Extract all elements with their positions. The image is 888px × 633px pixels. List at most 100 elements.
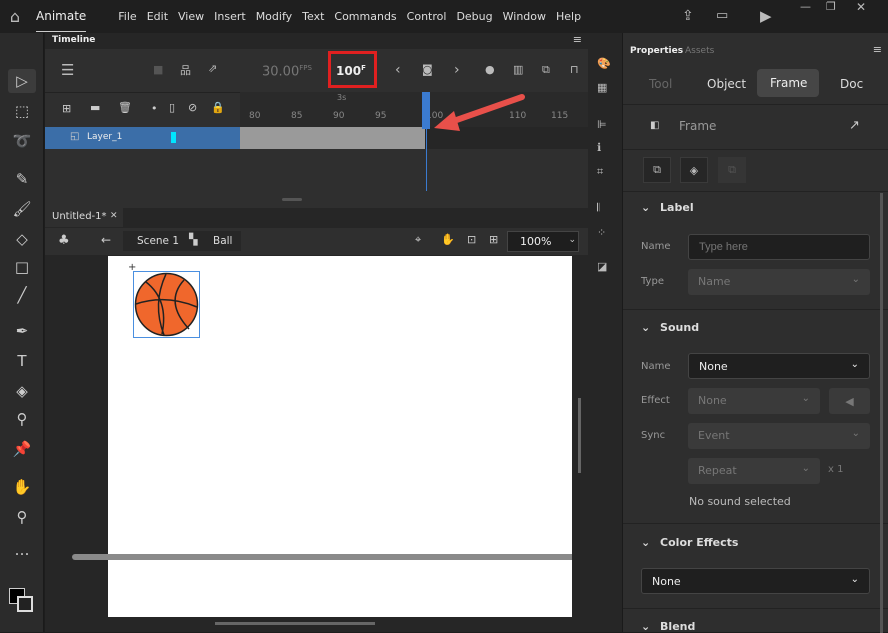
subtab-object[interactable]: Object bbox=[707, 77, 746, 91]
label-type-select[interactable]: Name ⌄ bbox=[688, 269, 870, 295]
eyedropper-tool-icon[interactable]: ⚲ bbox=[8, 407, 36, 431]
frame-span[interactable] bbox=[240, 127, 425, 149]
new-folder-icon[interactable]: ▬ bbox=[90, 101, 100, 114]
minimize-icon[interactable]: — bbox=[800, 0, 811, 13]
stage-canvas[interactable]: + bbox=[108, 256, 572, 617]
menu-help[interactable]: Help bbox=[556, 10, 581, 23]
zoom-select[interactable]: 100% ⌄ bbox=[507, 231, 579, 252]
swatches-icon[interactable]: ▦ bbox=[597, 81, 607, 94]
lasso-tool-icon[interactable]: ➰ bbox=[8, 129, 36, 153]
line-tool-icon[interactable]: ╱ bbox=[8, 283, 36, 307]
menu-text[interactable]: Text bbox=[302, 10, 324, 23]
breadcrumb-symbol[interactable]: Ball bbox=[213, 235, 232, 247]
document-tab[interactable]: Untitled-1* ✕ bbox=[45, 208, 123, 227]
test-movie-icon[interactable]: ▶ bbox=[760, 7, 772, 25]
eraser-tool-icon[interactable]: ◇ bbox=[8, 227, 36, 251]
close-window-icon[interactable]: ✕ bbox=[856, 0, 866, 14]
sound-sync-select[interactable]: Event ⌄ bbox=[688, 423, 870, 449]
frame-number-highlight[interactable]: 100F bbox=[328, 51, 377, 88]
fill-color-swatch[interactable] bbox=[17, 596, 33, 612]
text-tool-icon[interactable]: T bbox=[8, 349, 36, 373]
vertical-scrollbar[interactable] bbox=[578, 398, 581, 473]
back-arrow-icon[interactable]: ← bbox=[101, 233, 111, 247]
breadcrumb-scene[interactable]: Scene 1 bbox=[137, 235, 179, 247]
menu-control[interactable]: Control bbox=[407, 10, 447, 23]
edit-sound-button[interactable]: ◀ bbox=[829, 388, 870, 414]
transform-icon[interactable]: ⌗ bbox=[597, 165, 603, 179]
menu-debug[interactable]: Debug bbox=[456, 10, 492, 23]
workspace-icon[interactable]: ▭ bbox=[716, 8, 728, 23]
menu-insert[interactable]: Insert bbox=[214, 10, 246, 23]
symbol-icon[interactable]: ♣ bbox=[58, 233, 70, 248]
timeline-resize-handle[interactable] bbox=[282, 198, 302, 201]
free-transform-tool-icon[interactable]: ⬚ bbox=[8, 99, 36, 123]
insert-frame-icon[interactable]: ⧉ bbox=[542, 63, 550, 77]
next-keyframe-icon[interactable]: › bbox=[454, 62, 460, 78]
lock-icon[interactable]: 🔒 bbox=[211, 101, 225, 114]
paint-bucket-tool-icon[interactable]: ◈ bbox=[8, 379, 36, 403]
onion-skin-icon[interactable]: ● bbox=[485, 63, 495, 76]
clip-icon[interactable]: ⊡ bbox=[467, 233, 476, 246]
disabled-button[interactable]: ⧉ bbox=[718, 157, 746, 183]
horizontal-scrollbar[interactable] bbox=[215, 622, 375, 625]
brush-tool-icon[interactable]: ✎ bbox=[8, 167, 36, 191]
menu-modify[interactable]: Modify bbox=[256, 10, 292, 23]
panel-menu-icon[interactable]: ≡ bbox=[873, 43, 882, 56]
fit-icon[interactable]: ⊞ bbox=[489, 233, 498, 246]
frame-ruler[interactable]: 3s 80 85 90 95 100 105 110 115 bbox=[240, 92, 588, 127]
visibility-icon[interactable]: ⊘ bbox=[188, 101, 197, 114]
align-icon[interactable]: ⊫ bbox=[597, 118, 607, 131]
loop-icon[interactable]: ⊓ bbox=[570, 63, 579, 76]
layer-color-swatch[interactable] bbox=[171, 132, 176, 143]
properties-scrollbar[interactable] bbox=[880, 193, 883, 633]
layer-row[interactable]: ◱ Layer_1 bbox=[45, 127, 240, 149]
home-icon[interactable]: ⌂ bbox=[0, 7, 30, 26]
zoom-tool-icon[interactable]: ⚲ bbox=[8, 505, 36, 529]
hand-tool-icon[interactable]: ✋ bbox=[8, 475, 36, 499]
prev-keyframe-icon[interactable]: ‹ bbox=[395, 62, 401, 78]
library-icon[interactable]: 𝄃 bbox=[597, 201, 599, 215]
color-effects-section[interactable]: ⌄ Color Effects bbox=[623, 536, 888, 549]
subtab-frame[interactable]: Frame bbox=[757, 69, 819, 97]
menu-window[interactable]: Window bbox=[503, 10, 546, 23]
edit-multiple-frames-icon[interactable]: ▥ bbox=[513, 63, 523, 76]
menu-edit[interactable]: Edit bbox=[147, 10, 168, 23]
paint-brush-tool-icon[interactable]: 🖌 bbox=[8, 197, 36, 221]
tab-properties[interactable]: Properties bbox=[630, 46, 683, 56]
delete-layer-icon[interactable]: 🗑 bbox=[118, 101, 132, 114]
parenting-icon[interactable]: 品 bbox=[180, 62, 191, 78]
sound-repeat-select[interactable]: Repeat ⌄ bbox=[688, 458, 820, 484]
menu-view[interactable]: View bbox=[178, 10, 204, 23]
close-tab-icon[interactable]: ✕ bbox=[110, 211, 118, 221]
color-panel-icon[interactable]: 🎨 bbox=[597, 57, 611, 70]
open-link-icon[interactable]: ↗ bbox=[849, 118, 860, 133]
menu-commands[interactable]: Commands bbox=[334, 10, 396, 23]
subtab-doc[interactable]: Doc bbox=[840, 77, 863, 91]
rectangle-tool-icon[interactable]: □ bbox=[8, 255, 36, 279]
add-tween-button[interactable]: ◈ bbox=[680, 157, 708, 183]
layer-name[interactable]: Layer_1 bbox=[87, 132, 122, 142]
fps-value[interactable]: 30.00FPS bbox=[262, 64, 312, 79]
rotate-stage-icon[interactable]: ✋ bbox=[441, 233, 455, 246]
insert-keyframe-icon[interactable]: ◙ bbox=[422, 63, 433, 76]
panel-menu-icon[interactable]: ≡ bbox=[573, 33, 582, 46]
frame-picker-icon[interactable]: ◪ bbox=[597, 260, 607, 273]
sound-effect-select[interactable]: None ⌄ bbox=[688, 388, 820, 414]
pen-tool-icon[interactable]: ✒ bbox=[8, 319, 36, 343]
outline-icon[interactable]: ▯ bbox=[169, 101, 175, 114]
tab-assets[interactable]: Assets bbox=[685, 46, 714, 56]
new-layer-icon[interactable]: ⊞ bbox=[62, 102, 71, 115]
sound-name-select[interactable]: None ⌄ bbox=[688, 353, 870, 379]
layers-icon[interactable]: ☰ bbox=[61, 61, 74, 79]
sound-repeat-count[interactable]: x 1 bbox=[828, 464, 843, 475]
pin-tool-icon[interactable]: 📌 bbox=[8, 437, 36, 461]
more-tools-icon[interactable]: … bbox=[8, 538, 36, 562]
label-section[interactable]: ⌄ Label bbox=[623, 201, 888, 214]
restore-icon[interactable]: ❐ bbox=[826, 0, 836, 13]
share-icon[interactable]: ⇪ bbox=[682, 8, 694, 24]
menu-file[interactable]: File bbox=[118, 10, 136, 23]
sound-section[interactable]: ⌄ Sound bbox=[623, 321, 888, 334]
graph-icon[interactable]: ⇗ bbox=[208, 62, 217, 75]
ball-symbol-instance[interactable] bbox=[133, 271, 200, 338]
playhead[interactable] bbox=[422, 92, 430, 129]
